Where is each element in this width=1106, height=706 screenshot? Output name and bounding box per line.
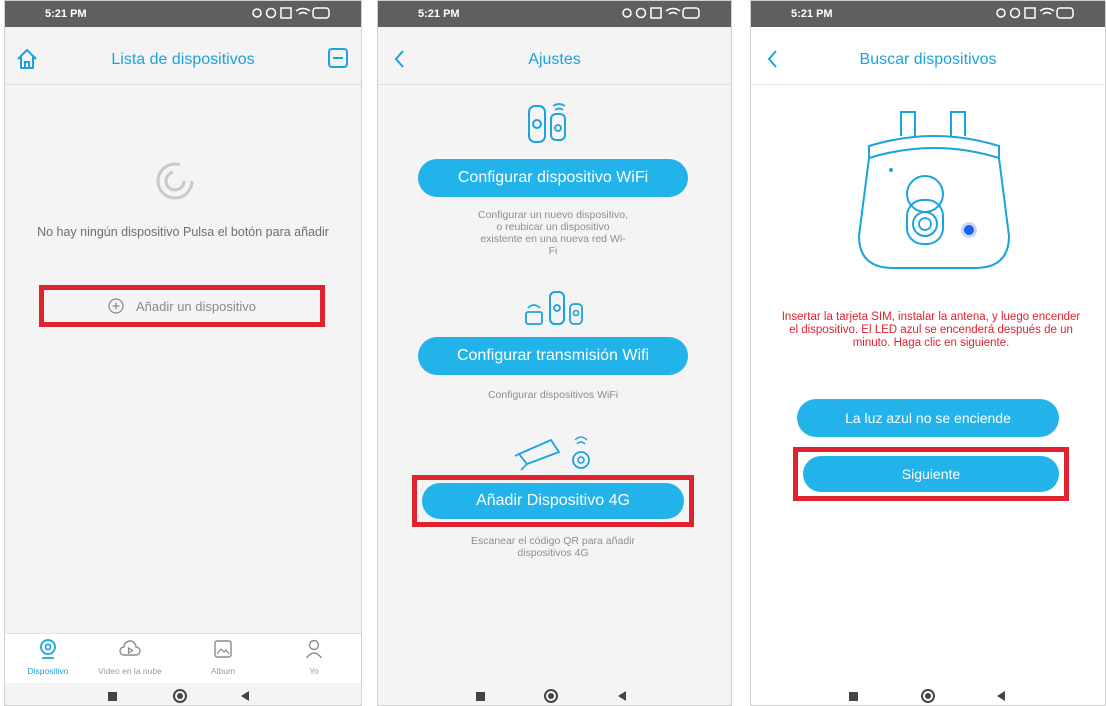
next-button[interactable]: Siguiente [803, 456, 1059, 492]
page-title: Lista de dispositivos [111, 51, 255, 68]
recents-button[interactable] [476, 692, 485, 701]
tab-label: Album [210, 666, 236, 676]
camera-icon [40, 639, 56, 659]
plus-circle-icon [108, 298, 124, 314]
status-icons-glyphs [622, 7, 700, 19]
configure-wifi-transmission-description: Configurar dispositivos WiFi [487, 389, 619, 401]
status-icons-glyphs [252, 7, 330, 19]
status-time: 5:21 PM [791, 8, 833, 20]
page-title: Buscar dispositivos [859, 51, 997, 68]
4g-camera-icon [514, 436, 590, 471]
nav-bar: Lista de dispositivos [5, 27, 361, 85]
home-button[interactable] [921, 689, 935, 703]
recents-button[interactable] [849, 692, 858, 701]
recents-button[interactable] [108, 692, 117, 701]
status-bar: 5:21 PM [5, 1, 361, 27]
loading-icon [156, 162, 194, 200]
system-nav-bar [378, 683, 731, 705]
add-device-button[interactable]: Añadir un dispositivo [39, 285, 325, 327]
nav-bar: Ajustes [378, 27, 731, 85]
nav-bar: Buscar dispositivos [751, 27, 1105, 85]
4g-camera-illustration-icon [857, 111, 1011, 269]
empty-message: No hay ningún dispositivo Pulsa el botón… [37, 225, 329, 239]
status-icons-glyphs [996, 7, 1074, 19]
wifi-doorbell-camera-icon [528, 103, 566, 143]
system-nav-bar [751, 683, 1105, 705]
tab-dispositivo[interactable]: Dispositivo [8, 638, 88, 676]
album-icon [214, 640, 232, 658]
page-title: Ajustes [528, 51, 581, 68]
back-button[interactable] [997, 691, 1005, 701]
tab-album[interactable]: Album [183, 638, 263, 676]
instruction-text: Insertar la tarjeta SIM, instalar la ant… [781, 311, 1081, 349]
screen-device-list: 5:21 PM Lista de dispositivos No hay nin… [4, 0, 362, 706]
status-icons [621, 6, 701, 20]
status-icons [251, 6, 331, 20]
blue-light-not-on-button[interactable]: La luz azul no se enciende [797, 399, 1059, 437]
tab-video-nube[interactable]: Video en la nube [90, 638, 170, 676]
back-button[interactable] [618, 691, 626, 701]
status-bar: 5:21 PM [751, 1, 1105, 27]
configure-wifi-device-description: Configurar un nuevo dispositivo, o reubi… [478, 209, 629, 257]
home-button[interactable] [544, 689, 558, 703]
configure-wifi-device-button[interactable]: Configurar dispositivo WiFi [418, 159, 688, 197]
system-nav-bar [5, 683, 361, 705]
user-icon [305, 639, 323, 659]
tab-bar: Dispositivo Video en la nube Album Yo [5, 633, 361, 683]
wifi-transmission-icon [525, 291, 583, 325]
home-button[interactable] [173, 689, 187, 703]
status-time: 5:21 PM [418, 8, 460, 20]
tab-label: Yo [309, 666, 319, 676]
tab-yo[interactable]: Yo [274, 638, 354, 676]
screen-search-devices: 5:21 PM Buscar dispositivos Insertar la … [750, 0, 1106, 706]
back-button[interactable] [241, 691, 249, 701]
status-time: 5:21 PM [45, 8, 87, 20]
screen-settings: 5:21 PM Ajustes Configurar dispositivo W… [377, 0, 732, 706]
add-device-label: Añadir un dispositivo [136, 298, 256, 314]
add-4g-device-button[interactable]: Añadir Dispositivo 4G [422, 483, 684, 519]
cloud-play-icon [119, 640, 141, 656]
scan-icon[interactable] [327, 47, 349, 69]
tab-label: Video en la nube [98, 666, 162, 676]
configure-wifi-transmission-button[interactable]: Configurar transmisión Wifi [418, 337, 688, 375]
add-4g-device-description: Escanear el código QR para añadir dispos… [470, 535, 635, 559]
status-bar: 5:21 PM [378, 1, 731, 27]
tab-label: Dispositivo [27, 666, 69, 676]
status-icons [995, 6, 1075, 20]
